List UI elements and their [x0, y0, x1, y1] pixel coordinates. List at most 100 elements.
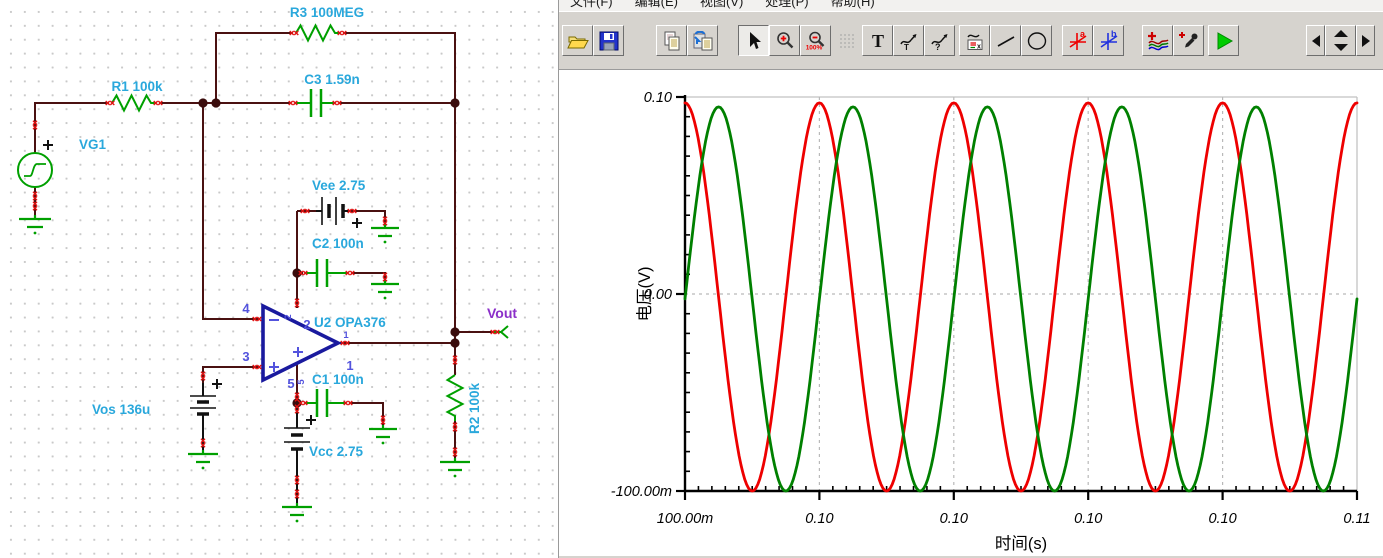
- wires: [34, 32, 492, 458]
- schematic-canvas[interactable]: R1 100k R3 100MEG C3 1.59n VG1 Vee 2.75 …: [0, 0, 558, 558]
- pin-2: 2: [303, 317, 310, 332]
- cursor-a-button[interactable]: a: [1062, 25, 1093, 56]
- pin-1: 1: [346, 358, 353, 373]
- x-tick-label: 100.00m: [657, 511, 713, 527]
- pin-3: 3: [242, 349, 249, 364]
- arrow-left-icon: [1311, 34, 1320, 47]
- terminal-stubs: [32, 30, 500, 499]
- x-tick-label: 0.10: [1074, 511, 1102, 527]
- svg-text:b: b: [1111, 30, 1117, 39]
- menu-help[interactable]: 帮助(H): [820, 0, 886, 11]
- waveform-plot[interactable]: 100.00m 0.10 0.10 0.10 0.10 0.11 0.10 0.00 -100.…: [559, 70, 1383, 556]
- label-r2[interactable]: R2 100k: [467, 382, 482, 434]
- cursor-arrow-icon: [749, 31, 761, 49]
- vout-terminal[interactable]: [492, 325, 509, 339]
- paste-button[interactable]: [687, 25, 718, 56]
- text-icon: T: [871, 31, 883, 51]
- arrow-right-icon: [1361, 34, 1370, 47]
- grid-icon: [839, 33, 854, 48]
- copy-button[interactable]: [656, 25, 687, 56]
- zoom-100-icon: 100%: [806, 31, 824, 51]
- curve-label-t-icon: T: [899, 33, 916, 51]
- menu-view[interactable]: 视图(V): [689, 0, 754, 11]
- label-r1[interactable]: R1 100k: [111, 79, 163, 94]
- zoom-in-button[interactable]: [769, 25, 800, 56]
- run-button[interactable]: [1208, 25, 1239, 56]
- label-vout[interactable]: Vout: [487, 305, 517, 321]
- label-vos[interactable]: Vos 136u: [92, 402, 150, 417]
- label-c1[interactable]: C1 100n: [312, 372, 364, 387]
- schematic-drawing: R1 100k R3 100MEG C3 1.59n VG1 Vee 2.75 …: [17, 5, 517, 523]
- annotate-curve-help-button[interactable]: ?: [924, 25, 955, 56]
- y-tick-label: 0.10: [644, 90, 672, 106]
- component-r1-resistor[interactable]: [111, 93, 156, 113]
- component-r2-resistor[interactable]: [445, 374, 465, 421]
- save-button[interactable]: [593, 25, 624, 56]
- component-c3-capacitor[interactable]: [296, 89, 335, 117]
- label-r3[interactable]: R3 100MEG: [290, 5, 364, 20]
- add-curves-icon: [1147, 31, 1169, 50]
- zoom-100-button[interactable]: 100%: [800, 25, 831, 56]
- zoom-in-icon: [776, 31, 793, 48]
- label-vcc[interactable]: Vcc 2.75: [309, 444, 364, 459]
- label-c2[interactable]: C2 100n: [312, 236, 364, 251]
- svg-text:100%: 100%: [806, 44, 823, 51]
- analysis-window: 文件(F) 编辑(E) 视图(V) 处理(P) 帮助(H) 100% T T ?…: [558, 0, 1383, 558]
- svg-text:?: ?: [935, 42, 941, 51]
- page-scroller: [1306, 25, 1375, 56]
- pin-5: 5: [287, 376, 294, 391]
- app-window: R1 100k R3 100MEG C3 1.59n VG1 Vee 2.75 …: [0, 0, 1383, 558]
- label-vee[interactable]: Vee 2.75: [312, 178, 366, 193]
- scroll-right-button[interactable]: [1356, 25, 1375, 56]
- paste-icon: [693, 30, 712, 50]
- draw-ellipse-button[interactable]: [1021, 25, 1052, 56]
- svg-text:x: x: [977, 43, 981, 50]
- x-tick-label: 0.11: [1343, 511, 1370, 527]
- label-vg1[interactable]: VG1: [79, 137, 107, 152]
- ellipse-icon: [1027, 31, 1046, 50]
- play-icon: [1217, 31, 1233, 50]
- value-spinner[interactable]: [1325, 25, 1356, 56]
- svg-text:T: T: [904, 43, 909, 51]
- pick-curve-button[interactable]: [1173, 25, 1204, 56]
- menu-edit[interactable]: 编辑(E): [624, 0, 689, 11]
- x-tick-label: 0.10: [1208, 511, 1236, 527]
- pin-4: 4: [242, 301, 250, 316]
- folder-open-icon: [566, 36, 589, 48]
- menu-bar: 文件(F) 编辑(E) 视图(V) 处理(P) 帮助(H): [559, 0, 1383, 11]
- grid-button[interactable]: [831, 25, 862, 56]
- select-mode-button[interactable]: [738, 25, 769, 56]
- junction-dots: [198, 98, 460, 408]
- spinner-up-down-icon: [1333, 29, 1348, 51]
- draw-line-button[interactable]: [990, 25, 1021, 56]
- label-c3[interactable]: C3 1.59n: [304, 72, 360, 87]
- component-c2-capacitor[interactable]: [305, 259, 348, 287]
- legend-icon: x: [966, 33, 982, 50]
- ground-symbols: [19, 215, 470, 517]
- cursor-a-icon: a: [1069, 30, 1086, 50]
- copy-icon: [664, 31, 679, 50]
- line-icon: [997, 35, 1014, 47]
- component-r3-resistor[interactable]: [295, 23, 340, 43]
- annotate-curve-t-button[interactable]: T: [893, 25, 924, 56]
- open-button[interactable]: [562, 25, 593, 56]
- x-tick-label: 0.10: [940, 511, 968, 527]
- y-tick-label: -100.00m: [611, 484, 672, 500]
- x-tick-label: 0.10: [805, 511, 833, 527]
- component-c1-capacitor[interactable]: [305, 389, 346, 417]
- menu-process[interactable]: 处理(P): [754, 0, 819, 11]
- scroll-left-button[interactable]: [1306, 25, 1325, 56]
- label-u2[interactable]: U2 OPA376: [314, 315, 386, 330]
- svg-text:T: T: [871, 31, 883, 51]
- cursor-b-icon: b: [1100, 30, 1117, 50]
- pin-1-small: 1: [343, 330, 349, 341]
- cursor-b-button[interactable]: b: [1093, 25, 1124, 56]
- legend-button[interactable]: x: [959, 25, 990, 56]
- curve-label-help-icon: ?: [930, 33, 947, 51]
- svg-text:a: a: [1080, 30, 1086, 39]
- component-vos-battery[interactable]: [190, 379, 222, 450]
- add-curves-button[interactable]: [1142, 25, 1173, 56]
- add-text-button[interactable]: T: [862, 25, 893, 56]
- floppy-disk-icon: [599, 31, 618, 50]
- menu-file[interactable]: 文件(F): [559, 0, 624, 11]
